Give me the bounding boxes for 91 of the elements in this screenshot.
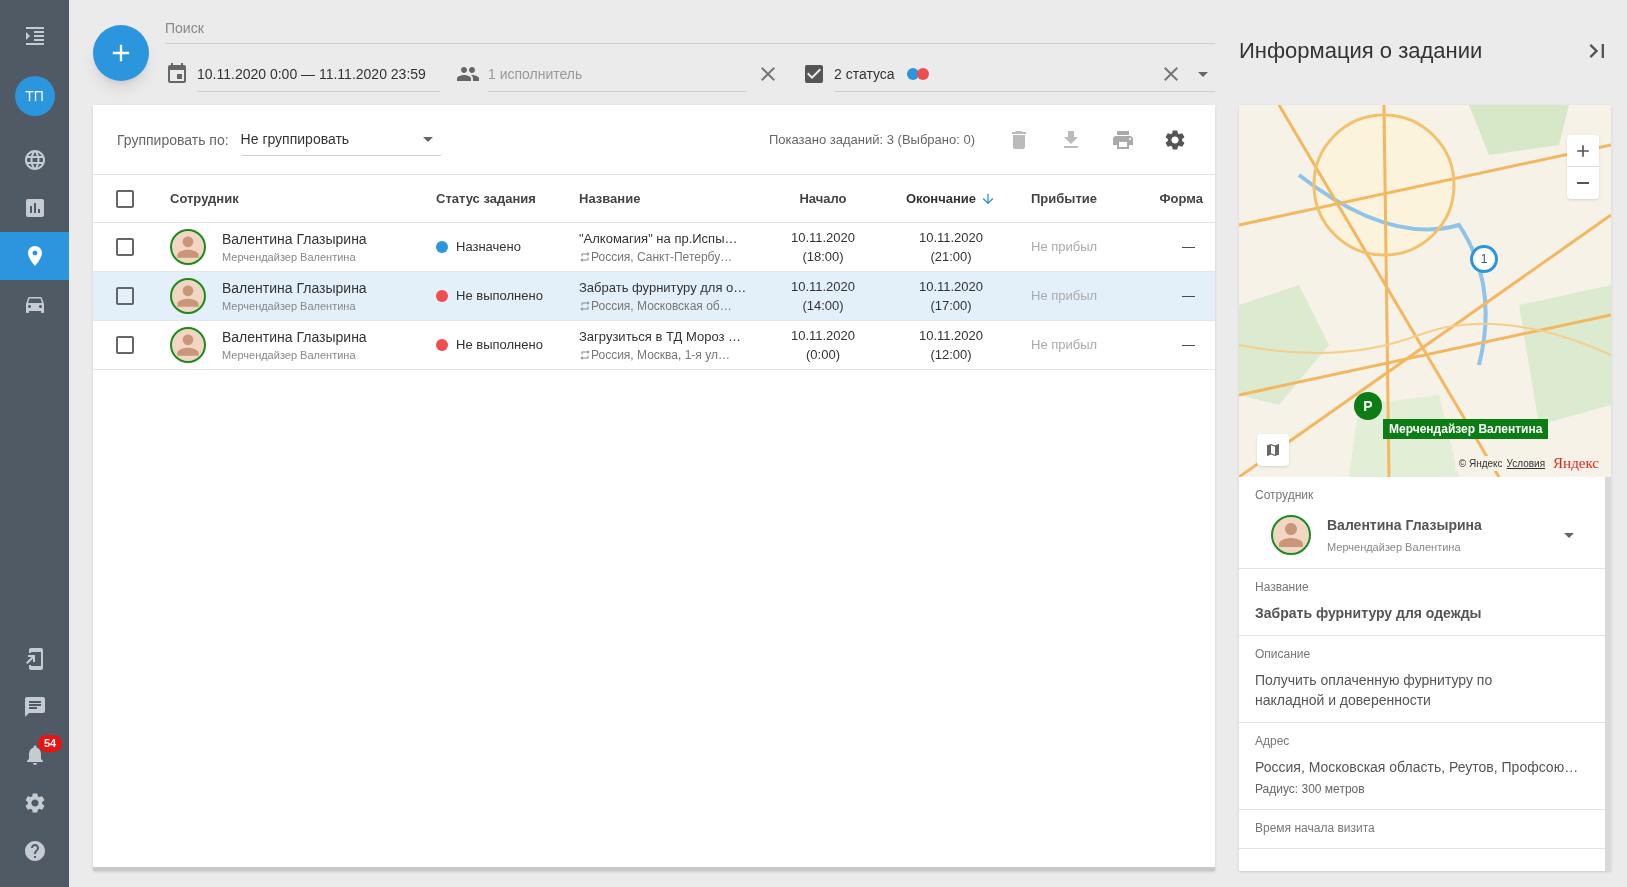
status-field[interactable]: 2 статуса — [834, 56, 1215, 92]
field-label: Время начала визита — [1255, 819, 1376, 836]
table-row[interactable]: Валентина Глазырина Мерчендайзер Валентина Не выполнено Загрузиться в ТД Мороз … Россия, Москва, 1-я ул… 10.11.2020 (0:00) 10.11.2020 (12:00) Не прибыл — — [93, 321, 1215, 370]
checkbox[interactable] — [113, 333, 137, 357]
map-icon — [1265, 442, 1281, 458]
nav-item[interactable] — [0, 232, 69, 280]
status-text: Не выполнено — [456, 336, 543, 355]
start-date: 10.11.2020 — [790, 326, 856, 345]
form-value: — — [1182, 287, 1195, 306]
help-icon — [22, 839, 47, 863]
arrival-status: Не прибыл — [1031, 238, 1098, 257]
task-address: Россия, Санкт-Петербу… — [591, 248, 733, 265]
task-title: Загрузиться в ТД Мороз … — [579, 328, 743, 347]
column-header[interactable]: Сотрудник — [170, 188, 239, 209]
start-time: (18:00) — [802, 248, 844, 266]
repeat-icon — [579, 299, 591, 312]
avatar — [170, 327, 206, 363]
notification-badge: 54 — [38, 735, 63, 752]
column-header[interactable]: Название — [579, 188, 641, 209]
start-time: (0:00) — [806, 346, 840, 364]
checkbox[interactable] — [113, 235, 137, 259]
avatar — [170, 278, 206, 314]
avatar — [1271, 515, 1311, 556]
start-time: (14:00) — [802, 297, 844, 315]
end-date: 10.11.2020 — [918, 326, 984, 345]
checkbox[interactable] — [802, 62, 826, 86]
table-row[interactable]: Валентина Глазырина Мерчендайзер Валентина Не выполнено Забрать фурнитуру для о… Россия, Московская об… 10.11.2020 (14:00) 10.11.2020 (17:00) Не прибыл — — [93, 272, 1215, 321]
column-header[interactable]: Прибытие — [1031, 188, 1097, 209]
employee-role: Мерчендайзер Валентина — [222, 249, 357, 265]
start-date: 10.11.2020 — [790, 277, 856, 296]
employee-name: Валентина Глазырина — [1327, 516, 1482, 535]
task-title: "Алкомагия" на пр.Испы… — [579, 230, 739, 249]
map[interactable]: 1 P Мерчендайзер Валентина © Яндекс Условия Яндекс — [1239, 105, 1611, 477]
field-value: Забрать фурнитуру для одежды — [1255, 603, 1483, 623]
minus-icon — [1577, 182, 1589, 184]
field-note: Радиус: 300 метров — [1255, 780, 1366, 797]
end-date: 10.11.2020 — [918, 277, 984, 296]
arrival-status: Не прибыл — [1031, 336, 1098, 355]
globe-icon — [22, 148, 47, 172]
start-date: 10.11.2020 — [790, 228, 856, 247]
checkbox[interactable] — [113, 284, 137, 308]
employee-name: Валентина Глазырина — [222, 327, 367, 347]
search-field[interactable]: Поиск — [165, 12, 1215, 44]
add-button[interactable] — [93, 25, 149, 81]
column-header[interactable]: Форма — [1159, 188, 1203, 209]
field-label: Название — [1255, 578, 1310, 595]
map-layers-button[interactable] — [1257, 434, 1289, 466]
tasks-count: Показано заданий: 3 (Выбрано: 0) — [768, 130, 975, 149]
field-value: Россия, Московская область, Реутов, Профсою… — [1255, 757, 1580, 777]
end-time: (12:00) — [930, 346, 972, 364]
column-header[interactable]: Окончание — [905, 188, 977, 209]
task-address: Россия, Московская об… — [591, 297, 732, 314]
group-by-select[interactable]: Не группировать — [240, 123, 441, 156]
panel-title: Информация о задании — [1239, 37, 1483, 65]
employee-name: Валентина Глазырина — [222, 278, 367, 298]
map-copyright: © Яндекс — [1458, 457, 1503, 471]
avatar — [170, 229, 206, 265]
group-by-label: Группировать по: — [117, 130, 229, 150]
field-label: Адрес — [1255, 732, 1291, 749]
status-text: Не выполнено — [456, 287, 543, 306]
form-value: — — [1182, 336, 1195, 355]
task-title: Забрать фурнитуру для о… — [579, 279, 748, 298]
form-value: — — [1182, 238, 1195, 257]
yandex-logo: Яндекс — [1553, 456, 1599, 471]
employee-role: Мерчендайзер Валентина — [222, 298, 357, 314]
end-date: 10.11.2020 — [918, 228, 984, 247]
table-row[interactable]: Валентина Глазырина Мерчендайзер Валентина Назначено "Алкомагия" на пр.Испы… Россия, Санкт-Петербу… 10.11.2020 (18:00) 10.11.2020 (21:00) Не прибыл — — [93, 223, 1215, 272]
employee-role: Мерчендайзер Валентина — [222, 347, 357, 363]
column-header[interactable]: Статус задания — [436, 188, 536, 209]
group-by-value: Не группировать — [240, 130, 350, 149]
chat-icon — [22, 695, 47, 719]
arrival-status: Не прибыл — [1031, 287, 1098, 306]
end-time: (17:00) — [930, 297, 972, 315]
terms-link[interactable]: Условия — [1506, 456, 1546, 471]
settings-icon[interactable] — [1163, 127, 1187, 152]
person-label: Мерчендайзер Валентина — [1383, 419, 1549, 439]
employee-role: Мерчендайзер Валентина — [1327, 540, 1462, 555]
calendar-icon — [165, 62, 189, 86]
employee-name: Валентина Глазырина — [222, 229, 367, 249]
column-header[interactable]: Начало — [799, 188, 847, 209]
date-range-field[interactable]: 10.11.2020 0:00 — 11.11.2020 23:59 — [197, 56, 440, 92]
field-label: Описание — [1255, 645, 1312, 662]
end-time: (21:00) — [930, 248, 972, 266]
status-text: Назначено — [456, 238, 521, 257]
nav-item[interactable]: 54 — [0, 731, 69, 779]
field-value: Получить оплаченную фурнитуру по накладной и доверенности — [1255, 670, 1494, 710]
field-label: Сотрудник — [1255, 487, 1315, 503]
task-address: Россия, Москва, 1-я ул… — [591, 346, 730, 363]
repeat-icon — [579, 250, 591, 263]
repeat-icon — [579, 348, 591, 361]
dropdown-caret-icon — [422, 136, 433, 142]
